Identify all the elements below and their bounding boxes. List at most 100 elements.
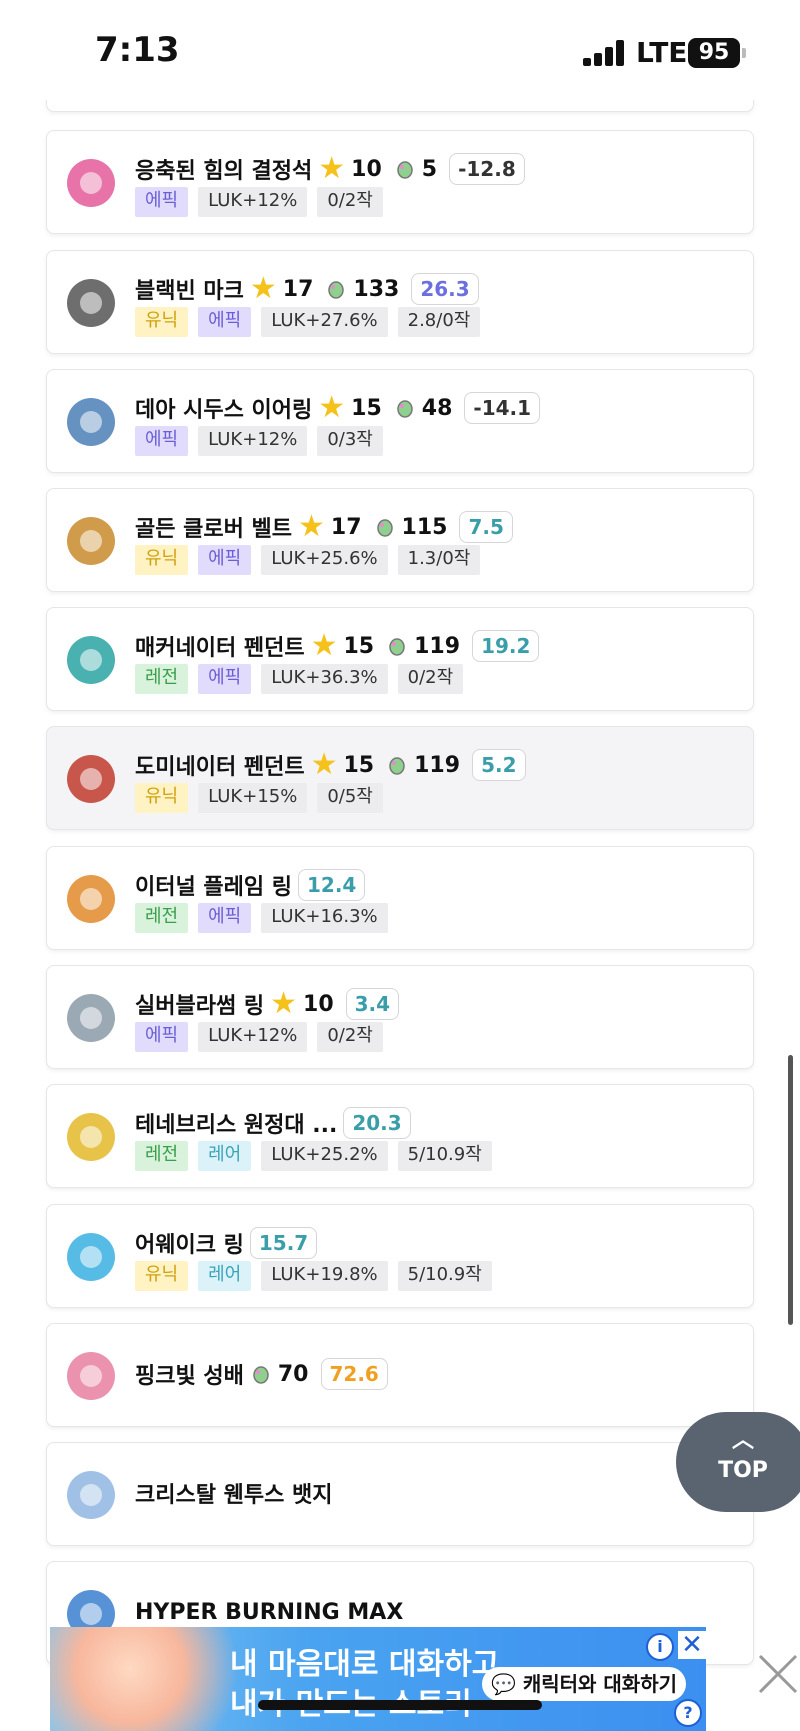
tag-gray: LUK+36.3%	[261, 664, 388, 694]
ad-help-icon[interactable]: ?	[674, 1699, 702, 1727]
tag-epic: 에픽	[198, 545, 252, 575]
pendant-icon	[59, 624, 123, 694]
gem-count: 70	[277, 1361, 309, 1387]
list-item[interactable]: 골든 클로버 벨트 ★ 17 115 7.5 유닉 에픽 LUK+25.6% 1.3/0작	[46, 488, 754, 592]
item-title-row: 데아 시두스 이어링 ★ 15 48 -14.1	[135, 390, 541, 426]
item-name: 이터널 플레임 링	[135, 875, 292, 900]
score-badge: -14.1	[464, 392, 541, 424]
ad-headline: 내 마음대로 대화하고 내가 만드는 스토리	[230, 1645, 499, 1725]
silver-ring-icon	[59, 982, 123, 1052]
item-name: 테네브리스 원정대 ...	[135, 1113, 338, 1138]
tag-epic: 에픽	[198, 664, 252, 694]
score-badge: 19.2	[472, 630, 540, 662]
tag-epic: 에픽	[198, 903, 252, 933]
potential-gem-icon	[253, 1366, 269, 1384]
tag-rare: 레어	[198, 1261, 252, 1291]
star-icon: ★	[270, 986, 298, 1021]
list-item[interactable]: 어웨이크 링 15.7 유닉 레어 LUK+19.8% 5/10.9작	[46, 1204, 754, 1308]
tag-gray: LUK+16.3%	[261, 903, 388, 933]
list-item[interactable]: 데아 시두스 이어링 ★ 15 48 -14.1 에픽 LUK+12% 0/3작	[46, 369, 754, 473]
score-badge: 72.6	[320, 1358, 388, 1390]
home-indicator[interactable]	[258, 1700, 542, 1710]
item-title-row: HYPER BURNING MAX	[135, 1594, 403, 1630]
list-item[interactable]: 블랙빈 마크 ★ 17 133 26.3 유닉 에픽 LUK+27.6% 2.8/0작	[46, 250, 754, 354]
star-icon: ★	[249, 271, 277, 306]
tag-gray: 0/3작	[317, 426, 383, 456]
tag-unique: 유닉	[135, 307, 189, 337]
black-bean-mark-icon	[59, 267, 123, 337]
list-item[interactable]: 매커네이터 펜던트 ★ 15 119 19.2 레전 에픽 LUK+36.3% 0/2작	[46, 607, 754, 711]
potential-gem-icon	[328, 281, 345, 299]
tag-gray: LUK+12%	[198, 187, 308, 217]
tag-unique: 유닉	[135, 545, 189, 575]
list-item[interactable]: 크리스탈 웬투스 뱃지	[46, 1442, 754, 1546]
tag-legend: 레전	[135, 903, 189, 933]
gem-count: 133	[353, 276, 400, 302]
item-name: 크리스탈 웬투스 뱃지	[135, 1483, 333, 1508]
ad-line-1: 내 마음대로 대화하고	[230, 1647, 500, 1682]
item-name: 실버블라썸 링	[135, 994, 265, 1019]
star-icon: ★	[318, 390, 346, 425]
pink-chalice-icon	[59, 1340, 123, 1410]
star-count: 17	[282, 276, 314, 302]
list-item[interactable]: 핑크빛 성배 70 72.6	[46, 1323, 754, 1427]
gem-count: 48	[421, 395, 453, 421]
tag-gray: 0/2작	[317, 187, 383, 217]
chevron-up-icon: ︿	[731, 1428, 754, 1453]
tag-gray: 5/10.9작	[397, 1141, 492, 1171]
tag-row: 레전 에픽 LUK+16.3%	[135, 903, 388, 933]
item-title-row: 실버블라썸 링 ★ 10 3.4	[135, 986, 400, 1022]
tag-gray: LUK+27.6%	[261, 307, 388, 337]
potential-gem-icon	[376, 519, 393, 537]
item-title-row: 이터널 플레임 링 12.4	[135, 867, 366, 903]
tag-unique: 유닉	[135, 1261, 189, 1291]
item-title-row: 블랙빈 마크 ★ 17 133 26.3	[135, 271, 479, 307]
ad-cta-label: 캐릭터와 대화하기	[522, 1672, 678, 1696]
tag-epic: 에픽	[135, 1022, 189, 1052]
ad-info-icon[interactable]: i	[646, 1633, 674, 1661]
item-name: 응축된 힘의 결정석	[135, 159, 313, 184]
star-icon: ★	[310, 747, 338, 782]
ad-banner[interactable]: 내 마음대로 대화하고 내가 만드는 스토리 💬 캐릭터와 대화하기 i ✕ ?	[50, 1627, 706, 1731]
list-item[interactable]: 도미네이터 펜던트 ★ 15 119 5.2 유닉 LUK+15% 0/5작	[46, 726, 754, 830]
score-badge: 26.3	[411, 273, 479, 305]
ad-close-icon[interactable]: ✕	[678, 1631, 706, 1659]
scrollbar[interactable]	[788, 1055, 793, 1325]
status-bar: 7:13 LTE 95	[0, 0, 800, 100]
scroll-to-top-button[interactable]: ︿ TOP	[676, 1412, 800, 1512]
tag-row: 에픽 LUK+12% 0/2작	[135, 187, 383, 217]
list-item[interactable]: 이터널 플레임 링 12.4 레전 에픽 LUK+16.3%	[46, 846, 754, 950]
tag-gray: LUK+19.8%	[261, 1261, 388, 1291]
tag-row: 유닉 LUK+15% 0/5작	[135, 783, 383, 813]
close-icon[interactable]	[756, 1652, 800, 1696]
tag-gray: 5/10.9작	[397, 1261, 492, 1291]
star-count: 15	[343, 752, 375, 778]
ad-cta-button[interactable]: 💬 캐릭터와 대화하기	[482, 1667, 686, 1701]
score-badge: 20.3	[343, 1107, 411, 1139]
item-title-row: 응축된 힘의 결정석 ★ 10 5 -12.8	[135, 151, 525, 187]
awake-ring-icon	[59, 1221, 123, 1291]
belt-icon	[59, 505, 123, 575]
list-item[interactable]: 응축된 힘의 결정석 ★ 10 5 -12.8 에픽 LUK+12% 0/2작	[46, 130, 754, 234]
list-item[interactable]: 실버블라썸 링 ★ 10 3.4 에픽 LUK+12% 0/2작	[46, 965, 754, 1069]
star-count: 10	[351, 156, 382, 182]
crystal-badge-icon	[59, 1459, 123, 1529]
item-title-row: 크리스탈 웬투스 뱃지	[135, 1475, 332, 1511]
potential-gem-icon	[397, 161, 413, 179]
list-item[interactable]: 테네브리스 원정대 ... 20.3 레전 레어 LUK+25.2% 5/10.9작	[46, 1084, 754, 1188]
item-name: 핑크빛 성배	[135, 1364, 244, 1389]
star-icon: ★	[310, 628, 338, 663]
potential-gem-icon	[397, 400, 413, 418]
score-badge: -12.8	[449, 153, 525, 185]
ad-character-image	[50, 1627, 250, 1731]
item-name: 블랙빈 마크	[135, 279, 244, 304]
earring-icon	[59, 386, 123, 456]
tag-gray: 0/5작	[317, 783, 383, 813]
item-name: 매커네이터 펜던트	[135, 636, 305, 661]
tag-gray: 2.8/0작	[397, 307, 481, 337]
star-count: 17	[330, 514, 362, 540]
item-title-row: 도미네이터 펜던트 ★ 15 119 5.2	[135, 747, 526, 783]
battery-tip	[742, 48, 746, 58]
cellular-signal-icon	[583, 40, 627, 66]
score-badge: 3.4	[345, 988, 400, 1020]
